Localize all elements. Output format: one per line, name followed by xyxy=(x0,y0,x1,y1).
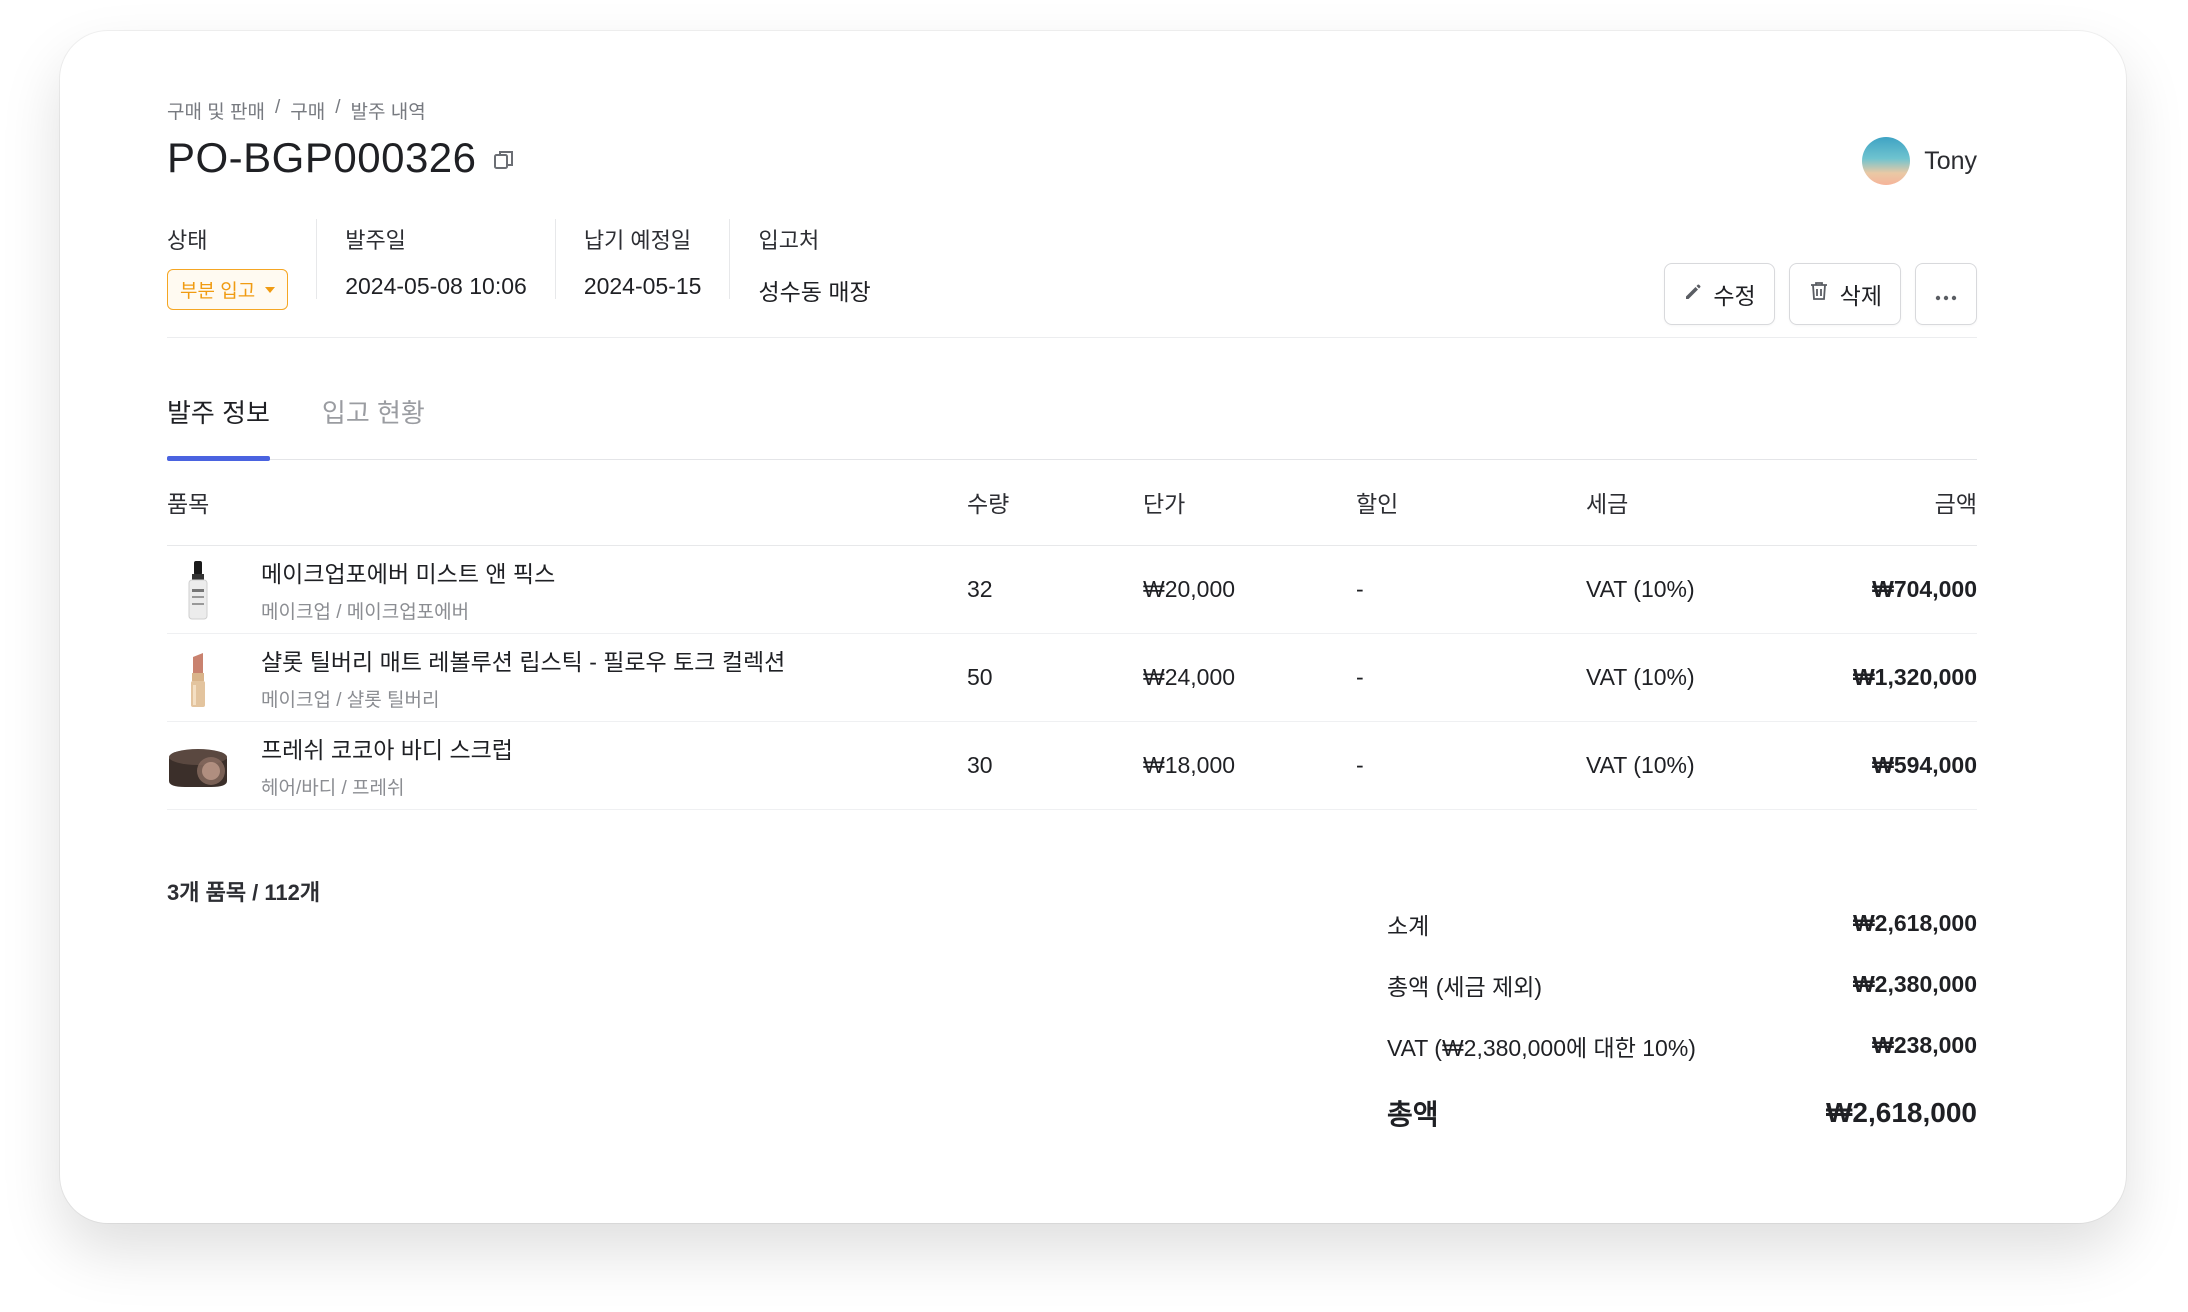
header-item: 품목 xyxy=(167,491,210,517)
meta-status: 상태 부분 입고 xyxy=(167,219,316,310)
header-qty: 수량 xyxy=(967,491,1010,517)
status-label: 상태 xyxy=(167,228,208,253)
cell-discount: - xyxy=(1356,576,1364,602)
page-title: PO-BGP000326 xyxy=(167,134,477,181)
meta-due-date: 납기 예정일 2024-05-15 xyxy=(554,219,730,299)
cell-qty: 32 xyxy=(967,576,993,602)
total-label: 총액 xyxy=(1387,1098,1439,1130)
meta-order-date: 발주일 2024-05-08 10:06 xyxy=(316,219,555,299)
items-table: 품목 수량 단가 할인 세금 금액 메이크업포에버 미스트 앤 픽스 메이크업 … xyxy=(167,459,1977,810)
cell-tax: VAT (10%) xyxy=(1586,664,1695,690)
total-value: ₩2,618,000 xyxy=(1826,1096,1977,1128)
cell-tax: VAT (10%) xyxy=(1586,576,1695,602)
cell-discount: - xyxy=(1356,752,1364,778)
cell-qty: 30 xyxy=(967,752,993,778)
item-name[interactable]: 샬롯 틸버리 매트 레볼루션 립스틱 - 필로우 토크 컬렉션 xyxy=(261,643,785,677)
page-content: 구매 및 판매 / 구매 / 발주 내역 PO-BGP000326 Tony 상… xyxy=(167,97,1977,1130)
cell-amount: ₩1,320,000 xyxy=(1852,664,1977,690)
subtotal-value: ₩2,618,000 xyxy=(1852,910,1977,936)
item-category: 메이크업 / 샬롯 틸버리 xyxy=(261,690,440,711)
edit-label: 수정 xyxy=(1713,283,1756,309)
breadcrumb-item[interactable]: 구매 및 판매 xyxy=(167,97,265,123)
header-amount: 금액 xyxy=(1934,491,1977,517)
vat-value: ₩238,000 xyxy=(1872,1032,1977,1058)
pencil-icon xyxy=(1683,281,1703,308)
tab-order-info[interactable]: 발주 정보 xyxy=(167,387,270,461)
net-label: 총액 (세금 제외) xyxy=(1387,973,1543,1000)
header-divider xyxy=(167,337,1977,338)
cell-price: ₩18,000 xyxy=(1143,752,1236,778)
summary-subtotal: 소계 ₩2,618,000 xyxy=(1387,893,1977,954)
caret-down-icon xyxy=(265,286,276,293)
delete-button[interactable]: 삭제 xyxy=(1788,263,1901,325)
action-buttons: 수정 삭제 xyxy=(1664,263,1977,325)
item-count: 3개 품목 / 112개 xyxy=(167,880,321,905)
cell-price: ₩20,000 xyxy=(1143,576,1236,602)
item-category: 헤어/바디 / 프레쉬 xyxy=(261,778,405,799)
purchase-order-card: 구매 및 판매 / 구매 / 발주 내역 PO-BGP000326 Tony 상… xyxy=(60,31,2126,1223)
item-name[interactable]: 메이크업포에버 미스트 앤 픽스 xyxy=(261,555,555,589)
cell-amount: ₩594,000 xyxy=(1872,752,1977,778)
summary-total: 총액 ₩2,618,000 xyxy=(1387,1082,1977,1143)
order-date-value: 2024-05-08 10:06 xyxy=(345,273,527,299)
subtotal-label: 소계 xyxy=(1387,912,1430,939)
breadcrumb-current: 발주 내역 xyxy=(350,102,426,123)
warehouse-label: 입고처 xyxy=(758,228,820,253)
summary-vat: VAT (₩2,380,000에 대한 10%) ₩238,000 xyxy=(1387,1015,1977,1076)
delete-label: 삭제 xyxy=(1839,283,1882,309)
table-row[interactable]: 샬롯 틸버리 매트 레볼루션 립스틱 - 필로우 토크 컬렉션 메이크업 / 샬… xyxy=(167,634,1977,722)
user-profile[interactable]: Tony xyxy=(1862,137,1977,185)
cell-discount: - xyxy=(1356,664,1364,690)
breadcrumb-separator: / xyxy=(274,97,281,118)
scrub-jar-icon xyxy=(167,735,229,797)
due-date-value: 2024-05-15 xyxy=(583,273,702,299)
meta-warehouse: 입고처 성수동 매장 xyxy=(729,219,898,305)
edit-button[interactable]: 수정 xyxy=(1664,263,1775,325)
user-name: Tony xyxy=(1924,146,1977,175)
breadcrumb-separator: / xyxy=(335,97,341,118)
mist-spray-bottle-icon xyxy=(167,559,229,621)
status-value: 부분 입고 xyxy=(180,281,256,302)
table-row[interactable]: 메이크업포에버 미스트 앤 픽스 메이크업 / 메이크업포에버 32 ₩20,0… xyxy=(167,546,1977,634)
cell-price: ₩24,000 xyxy=(1143,664,1236,690)
tab-receiving-status[interactable]: 입고 현황 xyxy=(322,387,425,459)
item-category: 메이크업 / 메이크업포에버 xyxy=(261,602,470,623)
header-tax: 세금 xyxy=(1586,491,1629,517)
lipstick-icon xyxy=(167,647,229,709)
more-button[interactable] xyxy=(1915,263,1977,325)
avatar xyxy=(1862,137,1911,185)
order-summary: 소계 ₩2,618,000 총액 (세금 제외) ₩2,380,000 VAT … xyxy=(1387,893,1977,1143)
item-name[interactable]: 프레쉬 코코아 바디 스크럽 xyxy=(261,731,513,765)
cell-qty: 50 xyxy=(967,664,993,690)
table-header: 품목 수량 단가 할인 세금 금액 xyxy=(167,459,1977,546)
status-badge[interactable]: 부분 입고 xyxy=(167,269,289,310)
breadcrumb: 구매 및 판매 / 구매 / 발주 내역 xyxy=(167,97,1977,123)
net-value: ₩2,380,000 xyxy=(1852,971,1977,997)
warehouse-value: 성수동 매장 xyxy=(758,279,871,305)
table-row[interactable]: 프레쉬 코코아 바디 스크럽 헤어/바디 / 프레쉬 30 ₩18,000 - … xyxy=(167,722,1977,810)
tab-bar: 발주 정보 입고 현황 xyxy=(167,387,1977,461)
trash-icon xyxy=(1808,280,1830,308)
due-date-label: 납기 예정일 xyxy=(583,228,692,253)
order-date-label: 발주일 xyxy=(345,228,406,253)
header-discount: 할인 xyxy=(1356,491,1399,517)
breadcrumb-item[interactable]: 구매 xyxy=(290,97,325,123)
more-horizontal-icon xyxy=(1934,281,1958,308)
copy-icon[interactable] xyxy=(491,147,517,173)
cell-tax: VAT (10%) xyxy=(1586,752,1695,778)
summary-net: 총액 (세금 제외) ₩2,380,000 xyxy=(1387,954,1977,1015)
header-price: 단가 xyxy=(1143,491,1186,517)
cell-amount: ₩704,000 xyxy=(1872,576,1977,602)
vat-label: VAT (₩2,380,000에 대한 10%) xyxy=(1387,1034,1696,1061)
